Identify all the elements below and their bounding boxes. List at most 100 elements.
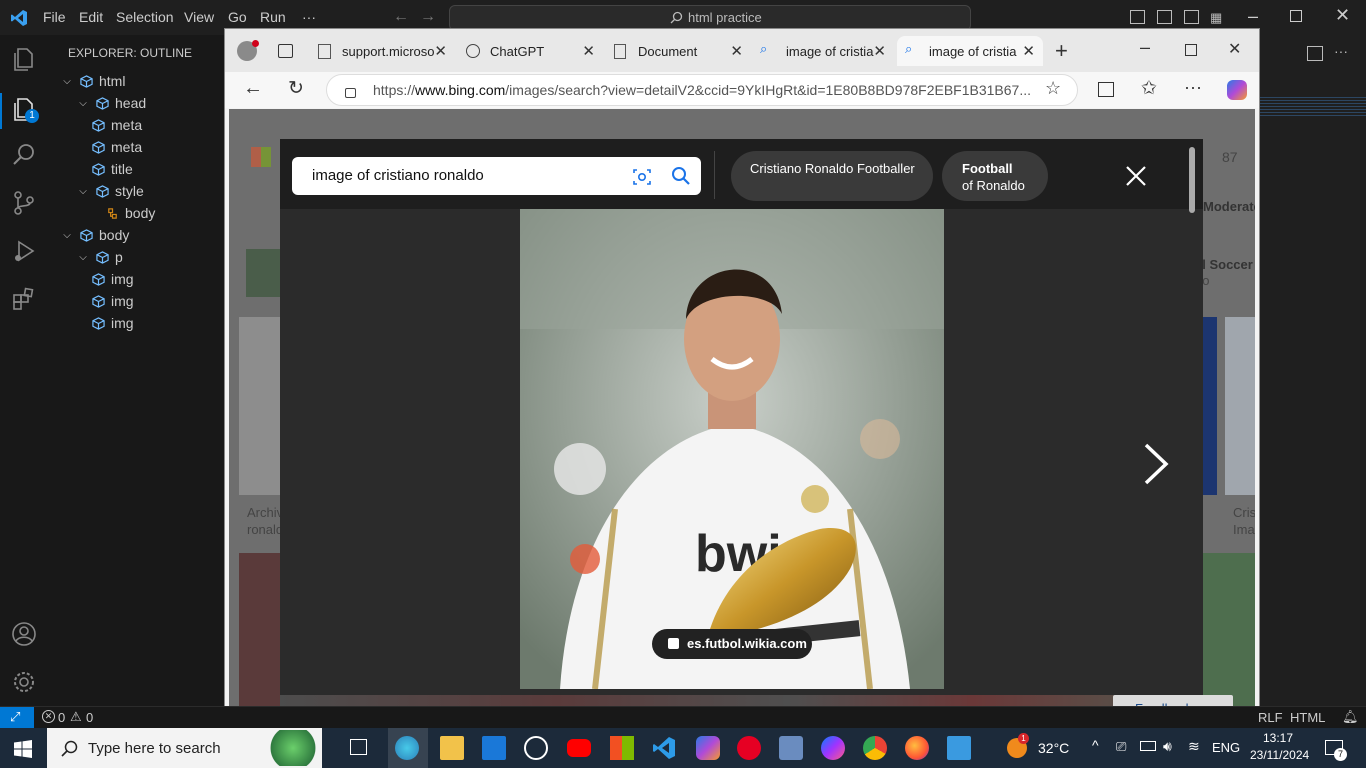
language-mode[interactable]: HTML [1290, 710, 1325, 725]
outline-item-body[interactable]: body [106, 202, 155, 224]
image-source-pill[interactable]: es.futbol.wikia.com [652, 629, 812, 659]
remote-indicator[interactable]: ⤢ [0, 707, 34, 729]
split-editor-icon[interactable] [1307, 46, 1323, 61]
photos-icon[interactable] [947, 736, 971, 760]
overlay-search-box[interactable]: image of cristiano ronaldo [292, 157, 701, 195]
extensions-icon[interactable] [10, 285, 38, 313]
new-tab-icon[interactable]: + [1055, 38, 1068, 64]
close-tab-icon[interactable]: ✕ [434, 42, 447, 60]
error-icon[interactable]: ✕ [42, 710, 55, 723]
result-thumb-right-b[interactable] [1225, 317, 1255, 495]
toggle-panel-icon[interactable] [1157, 10, 1172, 24]
back-arrow-icon[interactable]: ← [393, 8, 409, 26]
outline-item-meta[interactable]: meta [92, 114, 142, 136]
outline-item-meta[interactable]: meta [92, 136, 142, 158]
vscode-taskbar-icon[interactable] [652, 736, 676, 760]
outline-item-img[interactable]: img [92, 290, 134, 312]
chevron-down-icon[interactable]: ⌵ [60, 76, 74, 87]
store-icon[interactable] [610, 736, 634, 760]
mail-icon[interactable] [482, 736, 506, 760]
battery-icon[interactable] [1140, 741, 1156, 751]
outline-item-title[interactable]: title [92, 158, 133, 180]
menu-run[interactable]: Run [260, 9, 286, 25]
copilot-taskbar-icon[interactable] [696, 736, 720, 760]
minimize-icon[interactable]: – [1248, 6, 1258, 27]
youtube-icon[interactable] [567, 739, 591, 757]
explorer-files-icon[interactable] [10, 45, 38, 73]
tab-actions-icon[interactable] [278, 44, 293, 58]
chip-football-of-ronaldo[interactable]: Football of Ronaldo [942, 151, 1048, 201]
search-icon[interactable] [10, 141, 38, 169]
clock-time[interactable]: 13:17 [1263, 731, 1293, 745]
close-tab-icon[interactable]: ✕ [582, 42, 595, 60]
outline-item-body[interactable]: ⌵ body [60, 224, 129, 246]
warning-icon[interactable]: ⚠ [70, 709, 82, 725]
search-icon[interactable] [671, 166, 691, 186]
chrome-icon[interactable] [863, 736, 887, 760]
taskbar-search-box[interactable]: Type here to search [47, 728, 322, 768]
tab-support-microsoft[interactable]: support.microso ✕ [310, 36, 455, 66]
tab-chatgpt[interactable]: ChatGPT ✕ [458, 36, 603, 66]
close-overlay-icon[interactable] [1125, 165, 1147, 187]
visual-search-camera-icon[interactable] [632, 167, 652, 187]
copilot-icon[interactable] [1227, 80, 1247, 100]
tab-document[interactable]: Document ✕ [606, 36, 751, 66]
menu-file[interactable]: File [43, 9, 66, 25]
meet-now-icon[interactable]: ⎚ [1116, 739, 1126, 755]
source-control-icon[interactable] [10, 189, 38, 217]
menu-edit[interactable]: Edit [79, 9, 103, 25]
outline-item-style[interactable]: ⌵ style [76, 180, 144, 202]
back-arrow-icon[interactable]: ← [243, 77, 263, 100]
maximize-icon[interactable] [1185, 44, 1197, 56]
wifi-icon[interactable]: ≋ [1188, 738, 1200, 755]
toggle-secondary-sidebar-icon[interactable] [1184, 10, 1199, 24]
close-window-icon[interactable]: ✕ [1335, 5, 1350, 26]
line-ending[interactable]: RLF [1258, 710, 1283, 725]
pinterest-icon[interactable] [737, 736, 761, 760]
close-tab-icon[interactable]: ✕ [873, 42, 886, 60]
result-thumb-left[interactable] [239, 317, 280, 495]
url-field[interactable]: https://www.bing.com/images/search?view=… [326, 74, 1078, 106]
chevron-down-icon[interactable]: ⌵ [76, 186, 90, 197]
result-thumb-right-a[interactable] [1203, 317, 1217, 495]
hidden-icons-chevron-icon[interactable]: ^ [1092, 737, 1099, 753]
media-player-icon[interactable] [524, 736, 548, 760]
temperature-text[interactable]: 32°C [1038, 740, 1069, 756]
task-view-icon[interactable] [350, 739, 367, 755]
restore-icon[interactable] [1290, 10, 1302, 22]
outline-item-html[interactable]: ⌵ html [60, 70, 125, 92]
forward-arrow-icon[interactable]: → [420, 8, 436, 26]
tab-image-search-1[interactable]: ⌕ image of cristian ✕ [754, 36, 894, 66]
ronaldo-photo[interactable]: bwin [520, 209, 944, 689]
outline-item-img[interactable]: img [92, 312, 134, 334]
result-thumb-bottom-left[interactable] [239, 553, 280, 723]
refresh-icon[interactable]: ↻ [288, 77, 304, 100]
error-count[interactable]: 0 [58, 710, 65, 725]
outline-item-p[interactable]: ⌵ p [76, 246, 123, 268]
related-thumb[interactable] [246, 249, 280, 297]
favorites-icon[interactable]: ✩ [1141, 77, 1157, 100]
chevron-down-icon[interactable]: ⌵ [60, 230, 74, 241]
chip-cristiano-ronaldo-footballer[interactable]: Cristiano Ronaldo Footballer [731, 151, 933, 201]
firefox-icon[interactable] [905, 736, 929, 760]
chevron-down-icon[interactable]: ⌵ [76, 252, 90, 263]
menu-view[interactable]: View [184, 9, 214, 25]
chevron-down-icon[interactable]: ⌵ [76, 98, 90, 109]
run-debug-icon[interactable] [10, 237, 38, 265]
more-actions-icon[interactable]: ··· [1334, 43, 1348, 59]
next-image-chevron-icon[interactable] [1142, 439, 1172, 489]
overlay-scrollbar[interactable] [1189, 147, 1195, 213]
warning-count[interactable]: 0 [86, 710, 93, 725]
menu-go[interactable]: Go [228, 9, 247, 25]
split-screen-icon[interactable] [1098, 82, 1114, 97]
safesearch-moderate[interactable]: Moderate [1203, 199, 1255, 214]
remote-desktop-icon[interactable] [779, 736, 803, 760]
outline-item-img[interactable]: img [92, 268, 134, 290]
menu-selection[interactable]: Selection [116, 9, 174, 25]
settings-more-icon[interactable]: ··· [1184, 77, 1202, 98]
input-language[interactable]: ENG [1212, 740, 1240, 755]
minimize-icon[interactable]: – [1140, 37, 1150, 58]
tab-image-search-active[interactable]: ⌕ image of cristiar ✕ [897, 36, 1043, 66]
account-icon[interactable] [10, 620, 38, 648]
customize-layout-icon[interactable]: ▦ [1210, 10, 1222, 26]
